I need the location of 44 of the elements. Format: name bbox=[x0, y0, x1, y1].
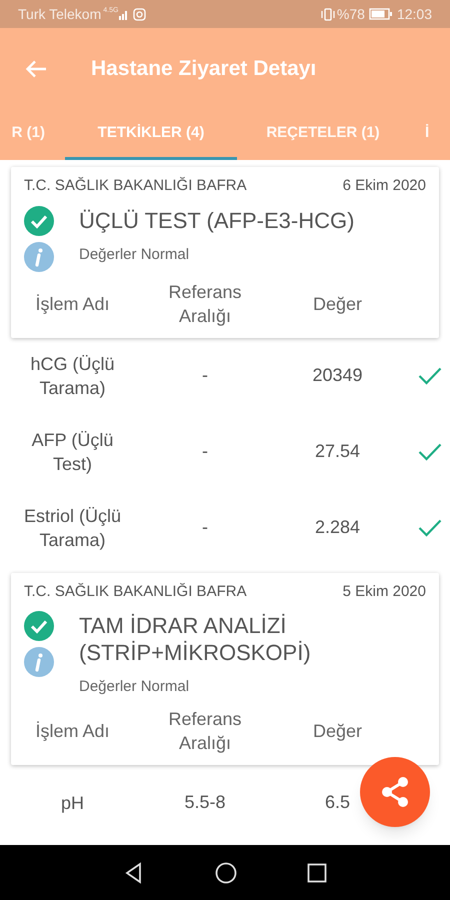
home-nav-icon[interactable] bbox=[215, 862, 237, 884]
test-name: ÜÇLÜ TEST (AFP-E3-HCG) bbox=[79, 206, 356, 234]
result-summary: Değerler Normal bbox=[79, 677, 190, 697]
check-circle-icon bbox=[24, 611, 54, 641]
signal-icon bbox=[119, 8, 130, 20]
table-cell-text: 2.284 bbox=[314, 516, 360, 539]
table-cell-text: hCG (Üçlü Tarama) bbox=[29, 352, 116, 400]
test-name: TAM İDRAR ANALİZİ (STRİP+MİKROSKOPİ) bbox=[79, 612, 312, 666]
vibrate-icon bbox=[320, 8, 335, 20]
table-cell-text: - bbox=[202, 516, 208, 539]
screen-title: Hastane Ziyaret Detayı bbox=[91, 56, 316, 82]
info-icon bbox=[24, 242, 54, 272]
column-header: Referans Aralığı bbox=[167, 708, 243, 754]
check-circle-icon bbox=[24, 206, 54, 236]
tab[interactable]: İ bbox=[425, 110, 450, 160]
column-header: Değer bbox=[312, 292, 364, 316]
table-cell-text: - bbox=[202, 440, 208, 463]
table-cell-text: 20349 bbox=[312, 364, 363, 387]
table-cell-text: 5.5-8 bbox=[184, 791, 226, 814]
tab[interactable]: TETKİKLER (4) bbox=[65, 110, 237, 160]
tab[interactable]: R (1) bbox=[0, 110, 45, 160]
result-summary: Değerler Normal bbox=[79, 244, 190, 264]
recents-nav-icon[interactable] bbox=[307, 862, 327, 882]
column-header: İşlem Adı bbox=[34, 292, 111, 316]
battery-icon bbox=[368, 8, 393, 20]
table-cell-text: - bbox=[202, 364, 208, 387]
table-cell-text: Estriol (Üçlü Tarama) bbox=[22, 504, 122, 552]
institution-name: T.C. SAĞLIK BAKANLIĞI BAFRA bbox=[24, 176, 247, 196]
info-icon bbox=[24, 647, 54, 677]
table-cell-text: 6.5 bbox=[324, 791, 350, 814]
test-date: 5 Ekim 2020 bbox=[342, 582, 426, 602]
column-header: Referans Aralığı bbox=[167, 280, 243, 328]
institution-name: T.C. SAĞLIK BAKANLIĞI BAFRA bbox=[24, 582, 247, 602]
table-cell-text: 27.54 bbox=[314, 440, 360, 463]
battery-percent: %78 bbox=[336, 4, 365, 24]
test-date: 6 Ekim 2020 bbox=[342, 176, 426, 196]
column-header: İşlem Adı bbox=[34, 720, 111, 742]
column-header: Değer bbox=[312, 720, 364, 742]
tab[interactable]: REÇETELER (1) bbox=[238, 110, 408, 160]
carrier-name: Turk Telekom bbox=[18, 4, 102, 24]
clock: 12:03 bbox=[396, 4, 432, 24]
camera-app-icon bbox=[133, 8, 146, 20]
table-cell-text: AFP (Üçlü Test) bbox=[30, 428, 114, 476]
table-cell-text: pH bbox=[60, 792, 84, 814]
